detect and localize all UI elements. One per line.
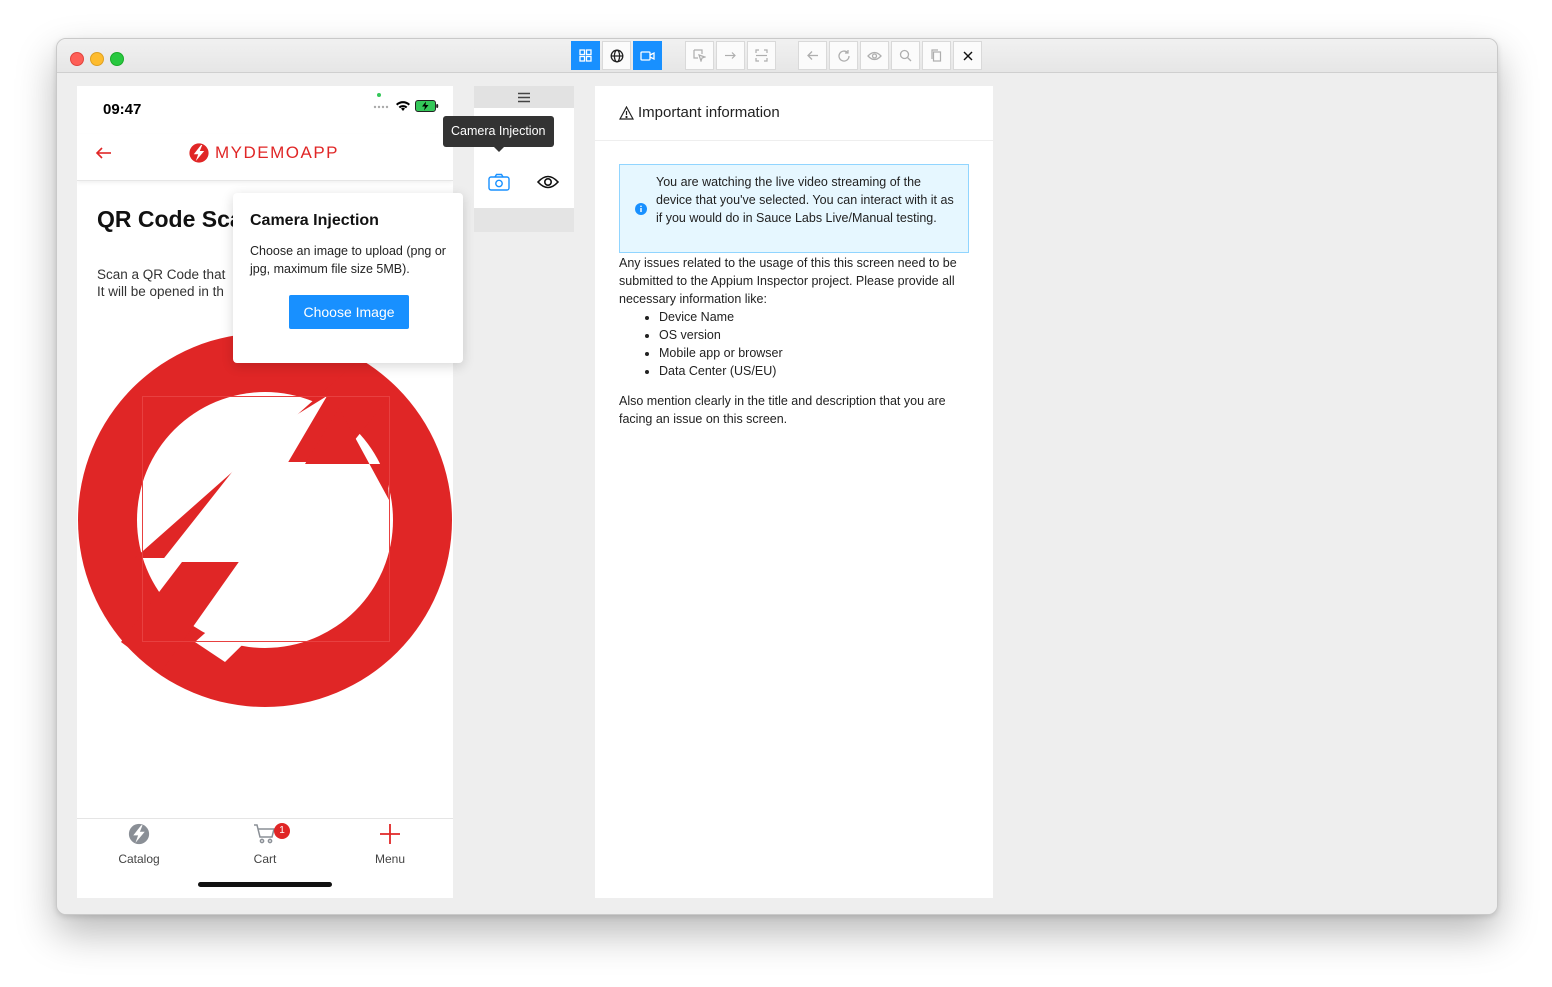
web-view-button[interactable] [602,41,631,70]
device-side-toolbar [474,86,574,232]
back-button[interactable] [798,41,827,70]
app-back-button[interactable] [95,146,113,165]
fit-screen-button[interactable] [747,41,776,70]
tab-catalog[interactable]: Catalog [99,823,179,866]
camera-injection-button[interactable] [488,173,510,196]
alert-text: You are watching the live video streamin… [656,175,954,225]
choose-image-button[interactable]: Choose Image [289,295,409,329]
plus-icon [380,824,400,844]
video-icon [640,50,655,61]
description-line-2: It will be opened in th [97,284,224,299]
view-elements-button[interactable] [536,174,560,195]
main-content: 09:47 MYDEMOAPP QR Code Sca Scan a QR Co… [57,73,1497,914]
close-icon [963,51,972,60]
side-toolbar-header [474,86,574,108]
tab-cart[interactable]: 1 Cart [225,823,305,866]
info-circle-icon [635,203,647,215]
app-logo-text: MYDEMOAPP [215,143,340,162]
arrow-left-icon [95,147,111,159]
camera-in-use-dot [377,93,381,97]
show-elements-button[interactable] [860,41,889,70]
hamburger-menu-icon[interactable] [517,92,531,103]
refresh-icon [837,49,850,62]
info-title: Important information [619,104,780,121]
minimize-window-button[interactable] [90,52,104,66]
select-icon [693,49,706,62]
camera-icon [488,173,510,191]
page-description: Scan a QR Code that It will be opened in… [97,266,225,300]
list-item: Mobile app or browser [659,344,783,362]
popover-title: Camera Injection [250,212,379,229]
description-line-1: Scan a QR Code that [97,267,226,282]
cart-badge: 1 [274,823,290,839]
swipe-icon [725,52,736,59]
live-video-button[interactable] [633,41,662,70]
page-title: QR Code Sca [97,206,243,232]
info-title-text: Important information [638,104,780,121]
select-element-button[interactable] [685,41,714,70]
list-item: OS version [659,326,783,344]
refresh-button[interactable] [829,41,858,70]
fit-icon [755,49,768,62]
lightning-logo-icon [189,143,209,163]
camera-injection-popover: Camera Injection Choose an image to uplo… [233,193,463,363]
signal-dots-icon [373,105,389,109]
search-button[interactable] [891,41,920,70]
info-list: Device Name OS version Mobile app or bro… [619,308,783,380]
camera-injection-tooltip: Camera Injection [443,116,554,147]
eye-icon [536,175,560,189]
tab-cart-label: Cart [253,852,277,866]
warning-icon [619,105,634,120]
info-alert: You are watching the live video streamin… [619,164,969,253]
popover-text: Choose an image to upload (png or jpg, m… [250,244,446,276]
search-icon [899,49,912,62]
battery-charging-icon [415,100,439,112]
status-icons [373,100,439,112]
list-item: Data Center (US/EU) [659,362,783,380]
info-header: Important information [595,86,993,141]
wifi-icon [396,101,410,111]
eye-icon [867,51,882,60]
info-paragraph-1: Any issues related to the usage of this … [619,256,957,306]
tab-catalog-label: Catalog [118,852,160,866]
status-time: 09:47 [103,101,142,118]
globe-icon [610,49,623,62]
info-paragraph-2: Also mention clearly in the title and de… [619,394,946,426]
qr-scan-frame [142,396,390,642]
catalog-icon [128,823,150,845]
close-session-button[interactable] [953,41,982,70]
app-window: 09:47 MYDEMOAPP QR Code Sca Scan a QR Co… [56,38,1498,915]
title-bar [57,39,1497,73]
grid-icon [579,49,592,62]
back-icon [807,51,818,60]
tab-menu[interactable]: Menu [350,823,430,866]
tab-menu-label: Menu [374,852,406,866]
home-indicator[interactable] [198,882,332,887]
grid-view-button[interactable] [571,41,600,70]
copy-xml-button[interactable] [922,41,951,70]
swipe-button[interactable] [716,41,745,70]
copy-icon [931,49,942,62]
zoom-window-button[interactable] [110,52,124,66]
list-item: Device Name [659,308,783,326]
close-window-button[interactable] [70,52,84,66]
app-logo: MYDEMOAPP [189,143,339,163]
important-info-panel: Important information You are watching t… [595,86,993,898]
cart-icon [254,824,275,844]
tooltip-arrow [494,147,504,152]
